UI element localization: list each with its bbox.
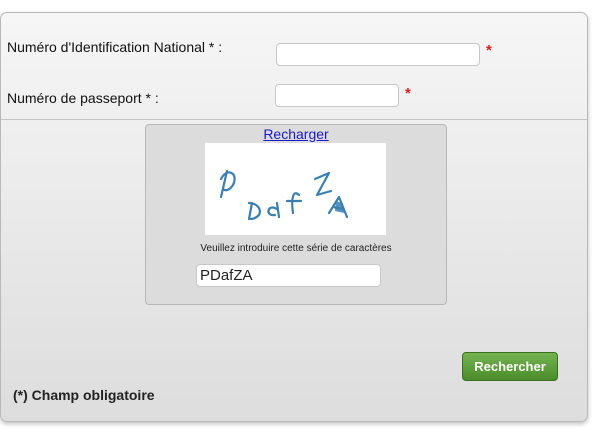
passport-input[interactable]	[275, 84, 399, 107]
captcha-input[interactable]	[196, 264, 381, 287]
nin-input[interactable]	[276, 43, 480, 66]
nin-required-marker: *	[486, 42, 492, 59]
reload-captcha-link[interactable]: Recharger	[146, 126, 446, 142]
search-form-panel: Numéro d'Identification National * : * N…	[0, 12, 588, 422]
passport-required-marker: *	[405, 85, 411, 102]
search-button[interactable]: Rechercher	[462, 352, 558, 381]
captcha-box: Recharger Veuillez introduire cette séri…	[145, 124, 447, 305]
nin-label: Numéro d'Identification National * :	[7, 39, 223, 55]
captcha-graphic	[219, 169, 349, 221]
captcha-image	[205, 143, 386, 235]
passport-label: Numéro de passeport * :	[7, 90, 159, 106]
mandatory-field-note: (*) Champ obligatoire	[13, 387, 155, 403]
captcha-instruction: Veuillez introduire cette série de carac…	[200, 243, 392, 254]
section-divider	[1, 119, 587, 120]
